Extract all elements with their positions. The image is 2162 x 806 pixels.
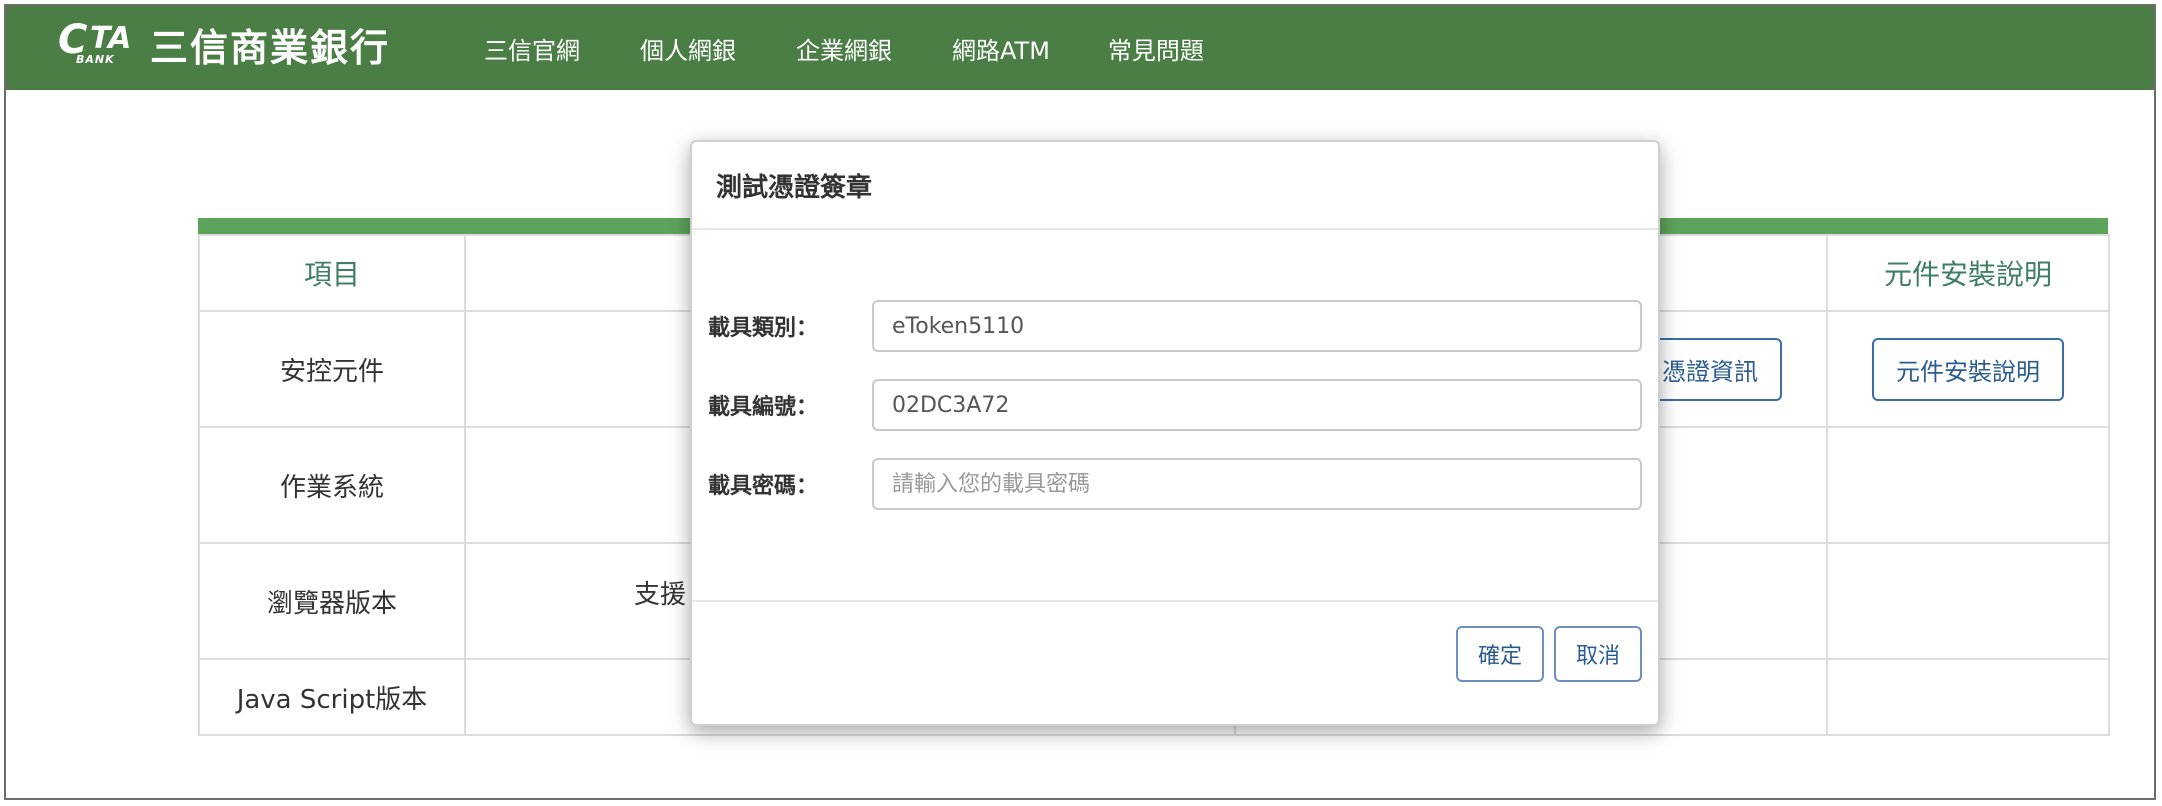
bank-logo[interactable]: C TA BANK 三信商業銀行 bbox=[58, 12, 390, 76]
row-label: Java Script版本 bbox=[198, 658, 466, 736]
browser-window: C TA BANK 三信商業銀行 三信官網 個人網銀 企業網銀 網路ATM 常見… bbox=[4, 4, 2156, 800]
nav-faq[interactable]: 常見問題 bbox=[1108, 31, 1204, 66]
nav-official-site[interactable]: 三信官網 bbox=[484, 31, 580, 66]
cert-sign-test-dialog: 測試憑證簽章 載具類別： 載具編號： 載具密碼： 確定 取消 bbox=[690, 140, 1660, 726]
nav-personal-banking[interactable]: 個人網銀 bbox=[640, 31, 736, 66]
cta-logo-icon: C TA BANK bbox=[58, 17, 132, 66]
row-label: 安控元件 bbox=[198, 310, 466, 428]
browser-support-text: 支援 bbox=[634, 580, 687, 610]
token-serial-input[interactable] bbox=[872, 379, 1642, 431]
dialog-title: 測試憑證簽章 bbox=[716, 172, 873, 203]
confirm-button[interactable]: 確定 bbox=[1456, 626, 1544, 682]
token-password-label: 載具密碼： bbox=[708, 474, 819, 499]
top-navbar: C TA BANK 三信商業銀行 三信官網 個人網銀 企業網銀 網路ATM 常見… bbox=[6, 6, 2154, 90]
header-install-guide: 元件安裝說明 bbox=[1826, 234, 2110, 312]
row-label: 作業系統 bbox=[198, 426, 466, 544]
dialog-footer: 確定 取消 bbox=[692, 600, 1658, 724]
token-serial-row: 載具編號： bbox=[708, 377, 1644, 433]
row-label: 瀏覽器版本 bbox=[198, 542, 466, 660]
token-password-row: 載具密碼： bbox=[708, 456, 1644, 512]
nav-web-atm[interactable]: 網路ATM bbox=[952, 31, 1050, 66]
token-serial-label: 載具編號： bbox=[708, 395, 819, 420]
main-nav: 三信官網 個人網銀 企業網銀 網路ATM 常見問題 bbox=[484, 6, 1264, 90]
nav-corporate-banking[interactable]: 企業網銀 bbox=[796, 31, 892, 66]
token-type-label: 載具類別： bbox=[708, 316, 819, 341]
install-guide-button[interactable]: 元件安裝說明 bbox=[1872, 337, 2064, 401]
header-item: 項目 bbox=[198, 234, 466, 312]
token-type-input[interactable] bbox=[872, 300, 1642, 352]
cancel-button[interactable]: 取消 bbox=[1554, 626, 1642, 682]
bank-name: 三信商業銀行 bbox=[150, 25, 391, 70]
dialog-header: 測試憑證簽章 bbox=[692, 142, 1658, 230]
token-type-row: 載具類別： bbox=[708, 298, 1644, 354]
token-password-input[interactable] bbox=[872, 458, 1642, 510]
